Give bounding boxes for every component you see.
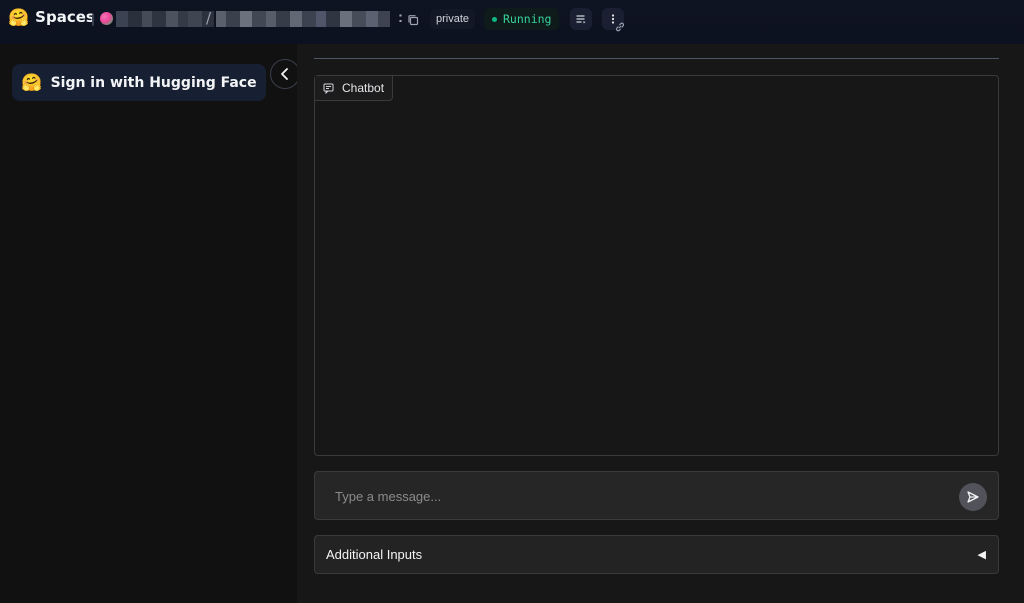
chatbot-label-tag: Chatbot [315, 76, 394, 101]
additional-inputs-accordion[interactable]: Additional Inputs ◀ [314, 535, 999, 574]
path-colon: : [398, 9, 403, 26]
send-button[interactable] [959, 483, 987, 511]
hugging-face-logo-icon: 🤗 [8, 7, 30, 27]
logs-icon [576, 15, 586, 24]
send-icon [967, 491, 979, 503]
message-input-box [314, 471, 999, 520]
sign-in-button[interactable]: 🤗 Sign in with Hugging Face [12, 64, 266, 101]
owner-name-redacted[interactable] [116, 11, 214, 27]
accordion-title: Additional Inputs [326, 547, 423, 562]
link-icon[interactable] [614, 20, 626, 32]
spaces-brand[interactable]: 🤗 Spaces [8, 8, 95, 26]
chatbot-label: Chatbot [342, 81, 385, 95]
chat-bubble-icon [323, 83, 334, 94]
main-panel: Chatbot Additional Inputs ◀ [297, 44, 1024, 603]
chevron-left-icon [281, 68, 288, 80]
space-name-redacted[interactable] [216, 11, 390, 27]
collapse-sidebar-button[interactable] [270, 59, 300, 89]
logs-button[interactable] [570, 8, 592, 30]
visibility-badge: private [430, 9, 476, 29]
hugging-face-icon: 🤗 [21, 72, 43, 93]
chatbot-panel[interactable]: Chatbot [314, 75, 999, 456]
message-input[interactable] [335, 486, 935, 506]
path-separator: / [206, 9, 212, 27]
owner-avatar[interactable] [100, 12, 113, 25]
copy-icon[interactable] [407, 13, 419, 26]
top-bar: 🤗 Spaces / : private Running [0, 0, 1024, 44]
accordion-toggle-icon: ◀ [977, 549, 986, 561]
status-label: Running [503, 12, 552, 26]
sign-in-label: Sign in with Hugging Face [50, 74, 257, 91]
divider-line [314, 58, 999, 59]
brand-label: Spaces [35, 8, 95, 26]
status-dot-icon [492, 16, 497, 22]
status-badge[interactable]: Running [484, 8, 560, 30]
divider [92, 14, 94, 26]
sidebar: 🤗 Sign in with Hugging Face [0, 44, 297, 603]
